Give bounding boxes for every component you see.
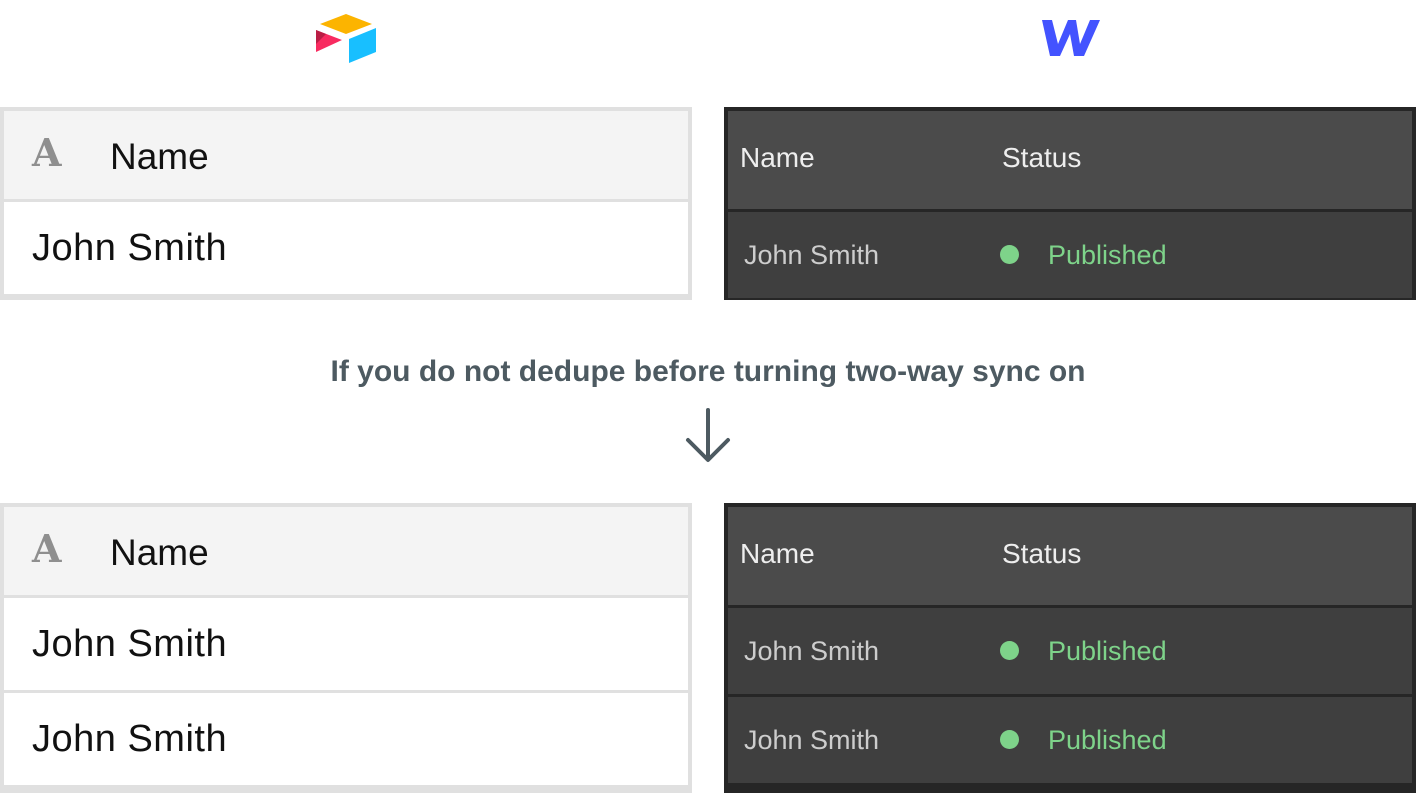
- webflow-cell-status: Published: [1048, 725, 1167, 755]
- webflow-cell-name: John Smith: [744, 636, 880, 666]
- airtable-table-after: A Name John Smith John Smith: [0, 503, 692, 793]
- airtable-logo: [316, 14, 376, 63]
- table-row: John Smith Published: [728, 212, 1412, 298]
- airtable-header: A Name: [4, 111, 688, 199]
- airtable-table-before: A Name John Smith: [0, 107, 692, 300]
- airtable-header-name: Name: [110, 532, 209, 573]
- airtable-cell-name: John Smith: [32, 227, 228, 269]
- webflow-cell-name: John Smith: [744, 725, 880, 755]
- webflow-table-before: Name Status John Smith Published: [724, 107, 1416, 300]
- airtable-cell-name: John Smith: [32, 623, 228, 665]
- status-dot-icon: [1000, 730, 1019, 749]
- webflow-header: Name Status: [728, 111, 1412, 209]
- table-row: John Smith Published: [728, 697, 1412, 783]
- arrow-down-icon: [686, 408, 730, 462]
- webflow-cell-name: John Smith: [744, 240, 880, 270]
- table-row: John Smith: [4, 598, 688, 690]
- airtable-header: A Name: [4, 507, 688, 595]
- caption: If you do not dedupe before turning two-…: [330, 355, 1086, 388]
- text-field-icon: A: [32, 526, 62, 571]
- webflow-logo: [1042, 20, 1100, 56]
- status-dot-icon: [1000, 641, 1019, 660]
- airtable-header-name: Name: [110, 136, 209, 177]
- webflow-header-name: Name: [740, 142, 815, 173]
- webflow-cell-status: Published: [1048, 636, 1167, 666]
- webflow-header-status: Status: [1002, 142, 1082, 173]
- webflow-header: Name Status: [728, 507, 1412, 605]
- webflow-cell-status: Published: [1048, 240, 1167, 270]
- table-row: John Smith: [4, 202, 688, 294]
- table-row: John Smith: [4, 693, 688, 785]
- table-row: John Smith Published: [728, 608, 1412, 694]
- status-dot-icon: [1000, 245, 1019, 264]
- webflow-header-status: Status: [1002, 538, 1082, 569]
- text-field-icon: A: [32, 130, 62, 175]
- webflow-table-after: Name Status John Smith Published John Sm…: [724, 503, 1416, 793]
- airtable-cell-name: John Smith: [32, 718, 228, 760]
- webflow-header-name: Name: [740, 538, 815, 569]
